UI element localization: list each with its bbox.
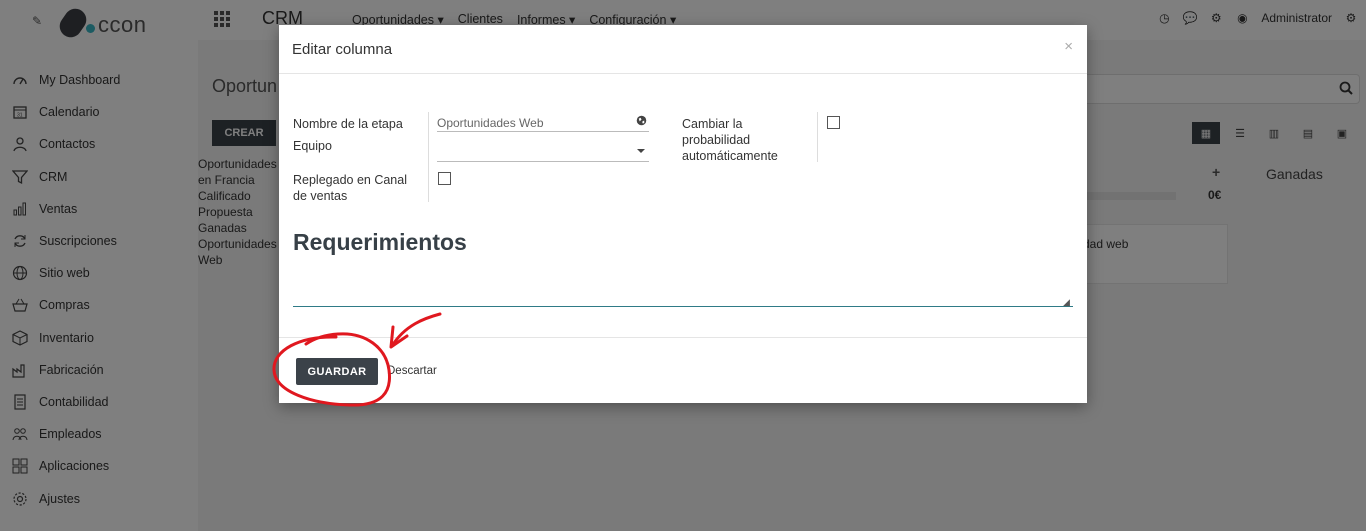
- folded-checkbox[interactable]: [438, 172, 451, 185]
- change-probability-checkbox[interactable]: [827, 116, 840, 129]
- dialog-title: Editar columna: [292, 41, 393, 58]
- requirements-textarea[interactable]: [293, 263, 1073, 307]
- edit-column-dialog: Editar columna × Nombre de la etapa Equi…: [279, 25, 1087, 403]
- close-icon[interactable]: ×: [1064, 38, 1073, 55]
- chevron-down-icon: [637, 149, 645, 153]
- field-separator-right: [817, 112, 818, 162]
- translate-globe-icon[interactable]: [636, 115, 647, 129]
- resize-handle-icon[interactable]: ◢: [1063, 297, 1070, 308]
- dialog-header: Editar columna ×: [279, 25, 1087, 74]
- team-label: Equipo: [293, 139, 332, 153]
- field-separator: [428, 112, 429, 202]
- stage-name-input[interactable]: [437, 114, 649, 132]
- team-select[interactable]: [437, 140, 649, 162]
- save-button[interactable]: GUARDAR: [296, 358, 378, 385]
- requirements-title: Requerimientos: [293, 229, 467, 255]
- dialog-footer: GUARDAR Descartar: [279, 337, 1087, 403]
- discard-button[interactable]: Descartar: [387, 365, 437, 377]
- folded-label: Replegado en Canal de ventas: [293, 173, 407, 203]
- stage-name-label: Nombre de la etapa: [293, 117, 403, 131]
- change-probability-label: Cambiar la probabilidad automáticamente: [682, 117, 778, 163]
